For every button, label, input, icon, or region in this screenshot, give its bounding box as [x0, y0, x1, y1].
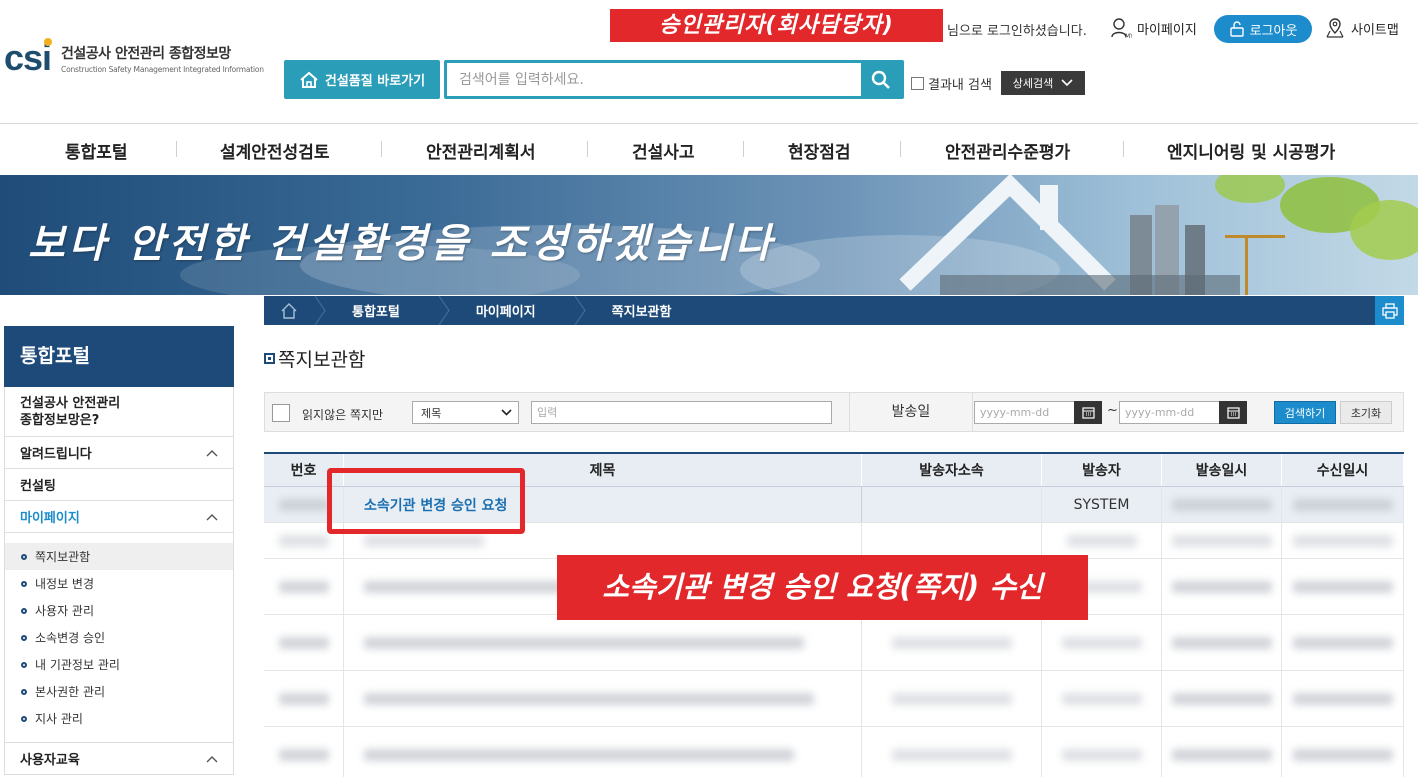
print-button[interactable]	[1375, 296, 1404, 325]
printer-icon	[1381, 302, 1398, 319]
sidebar-item-education[interactable]: 사용자교육	[4, 743, 234, 775]
chevron-down-icon	[501, 409, 512, 416]
quality-shortcut-button[interactable]: 건설품질 바로가기	[284, 60, 440, 99]
admin-role-annotation: 승인관리자(회사담당자)	[610, 9, 943, 42]
search-button[interactable]	[861, 63, 901, 96]
sidebar-title: 통합포털	[4, 326, 234, 387]
table-row[interactable]	[264, 671, 1404, 727]
sitemap-link[interactable]: 사이트맵	[1324, 17, 1399, 39]
calendar-icon	[1081, 407, 1095, 419]
submenu-branch-management[interactable]: 지사 관리	[5, 705, 233, 732]
table-row[interactable]	[264, 615, 1404, 671]
chevron-up-icon	[206, 449, 218, 456]
in-result-checkbox[interactable]	[911, 77, 924, 90]
gnb-engineering[interactable]: 엔지니어링 및 시공평가	[1167, 138, 1335, 163]
chevron-right-icon	[314, 296, 326, 325]
gnb-site-inspection[interactable]: 현장점검	[788, 138, 851, 163]
breadcrumb: 통합포털 마이페이지 쪽지보관함	[264, 296, 1404, 325]
search-field-select[interactable]: 제목	[412, 401, 519, 424]
chevron-right-icon	[574, 296, 586, 325]
svg-text:MY: MY	[1125, 33, 1132, 39]
sidebar-item-intro[interactable]: 건설공사 안전관리 종합정보망은?	[4, 387, 234, 437]
global-search	[444, 60, 904, 99]
chevron-up-icon	[206, 755, 218, 762]
sidebar-item-mypage[interactable]: 마이페이지	[4, 501, 234, 533]
col-sender[interactable]: 발송자	[1042, 454, 1162, 486]
col-sent-at[interactable]: 발송일시	[1162, 454, 1282, 486]
breadcrumb-mypage[interactable]: 마이페이지	[450, 301, 574, 320]
title-bullet-icon	[264, 353, 275, 364]
detail-search-button[interactable]: 상세검색	[1001, 71, 1085, 95]
site-logo[interactable]: csi 건설공사 안전관리 종합정보망 Construction Safety …	[4, 38, 264, 78]
chevron-right-icon	[438, 296, 450, 325]
gnb-safety-plan[interactable]: 안전관리계획서	[426, 138, 535, 163]
date-range-tilde: ~	[1107, 403, 1118, 418]
logo-title: 건설공사 안전관리 종합정보망	[61, 45, 231, 62]
message-sender: SYSTEM	[1042, 487, 1162, 522]
submenu-affiliation-approval[interactable]: 소속변경 승인	[5, 624, 233, 651]
gnb-design-safety[interactable]: 설계안전성검토	[220, 138, 329, 163]
unlock-icon	[1229, 21, 1244, 37]
home-icon	[281, 302, 297, 319]
mypage-link[interactable]: MY 마이페이지	[1110, 17, 1197, 39]
send-date-label: 발송일	[849, 393, 973, 431]
breadcrumb-message-box[interactable]: 쪽지보관함	[586, 301, 710, 320]
chevron-down-icon	[1061, 79, 1073, 87]
main-navigation: 통합포털 설계안전성검토 안전관리계획서 건설사고 현장점검 안전관리수준평가 …	[0, 124, 1418, 175]
login-message: 님으로 로그인하셨습니다.	[947, 24, 1087, 39]
filter-reset-button[interactable]: 초기화	[1340, 401, 1392, 424]
start-calendar-button[interactable]	[1074, 401, 1102, 424]
submenu-user-management[interactable]: 사용자 관리	[5, 597, 233, 624]
user-icon: MY	[1111, 18, 1132, 39]
site-header: csi 건설공사 안전관리 종합정보망 Construction Safety …	[0, 0, 1418, 124]
breadcrumb-portal[interactable]: 통합포털	[326, 301, 438, 320]
logout-button[interactable]: 로그아웃	[1214, 15, 1312, 43]
chevron-up-icon	[206, 513, 218, 520]
col-sender-org[interactable]: 발송자소속	[862, 454, 1042, 486]
sidebar-submenu: 쪽지보관함 내정보 변경 사용자 관리 소속변경 승인 내 기관정보 관리 본사…	[4, 533, 234, 743]
submenu-org-info[interactable]: 내 기관정보 관리	[5, 651, 233, 678]
gnb-portal[interactable]: 통합포털	[65, 138, 128, 163]
logo-mark: csi	[4, 37, 52, 78]
gnb-accident[interactable]: 건설사고	[632, 138, 695, 163]
unread-only-label: 읽지않은 쪽지만	[302, 408, 384, 422]
keyword-input[interactable]: 입력	[531, 401, 832, 424]
sidebar-item-notice[interactable]: 알려드립니다	[4, 437, 234, 469]
breadcrumb-home[interactable]	[264, 296, 314, 325]
highlight-annotation-box	[327, 468, 525, 534]
sidebar: 통합포털 건설공사 안전관리 종합정보망은? 알려드립니다 컨설팅 마이페이지 …	[4, 326, 234, 777]
callout-annotation: 소속기관 변경 승인 요청(쪽지) 수신	[557, 555, 1088, 620]
submenu-message-box[interactable]: 쪽지보관함	[5, 543, 233, 570]
col-received-at[interactable]: 수신일시	[1282, 454, 1404, 486]
hero-slogan: 보다 안전한 건설환경을 조성하겠습니다	[28, 220, 776, 267]
end-calendar-button[interactable]	[1219, 401, 1247, 424]
search-input[interactable]	[447, 63, 861, 96]
sidebar-item-consulting[interactable]: 컨설팅	[4, 469, 234, 501]
filter-search-button[interactable]: 검색하기	[1274, 401, 1336, 424]
map-pin-icon	[1326, 18, 1344, 38]
search-in-result[interactable]: 결과내 검색	[911, 74, 992, 93]
unread-only-checkbox[interactable]	[272, 404, 290, 422]
message-filter-bar: 읽지않은 쪽지만 제목 입력 발송일 yyyy-mm-dd ~ yyyy-mm-…	[264, 392, 1404, 432]
logo-subtitle: Construction Safety Management Integrate…	[61, 64, 264, 74]
hero-banner: 보다 안전한 건설환경을 조성하겠습니다	[0, 175, 1418, 295]
home-icon	[300, 71, 318, 88]
page-title: 쪽지보관함	[264, 345, 365, 372]
in-result-label: 결과내 검색	[928, 78, 992, 93]
calendar-icon	[1226, 407, 1240, 419]
gnb-safety-level[interactable]: 안전관리수준평가	[945, 138, 1070, 163]
table-row[interactable]	[264, 727, 1404, 777]
search-icon	[871, 70, 890, 89]
submenu-hq-permission[interactable]: 본사권한 관리	[5, 678, 233, 705]
submenu-edit-profile[interactable]: 내정보 변경	[5, 570, 233, 597]
